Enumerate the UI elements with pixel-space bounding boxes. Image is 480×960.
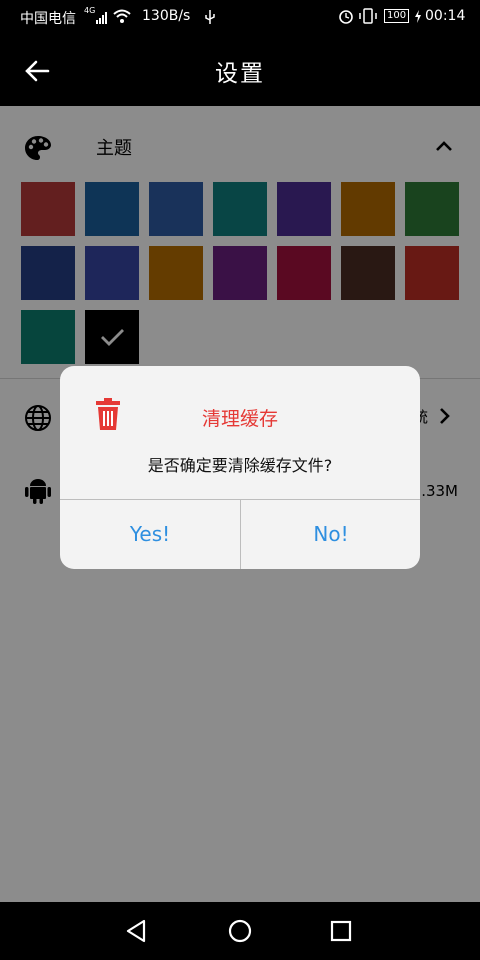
usb-icon [205, 10, 215, 24]
network-type: 4G [84, 6, 96, 15]
no-button[interactable]: No! [241, 500, 420, 569]
network-speed: 130B/s [142, 8, 191, 24]
alarm-icon [339, 10, 353, 24]
dialog-message: 是否确定要清除缓存文件? [147, 456, 333, 475]
status-bar: 中国电信 4G 130B/s 100 00:14 [0, 0, 480, 34]
yes-button[interactable]: Yes! [60, 500, 240, 569]
clock: 00:14 [425, 8, 466, 24]
navigation-bar [0, 902, 480, 960]
home-circle-icon[interactable] [225, 916, 255, 946]
battery-level: 100 [384, 9, 410, 23]
dialog-title: 清理缓存 [201, 408, 278, 430]
app-bar: 设置 [0, 34, 480, 106]
charging-icon [415, 10, 421, 23]
vibrate-icon [359, 8, 377, 24]
back-triangle-icon[interactable] [122, 916, 152, 946]
signal-icon [96, 12, 107, 24]
page-title: 设置 [215, 61, 265, 87]
wifi-icon [113, 9, 131, 23]
recents-square-icon[interactable] [326, 916, 356, 946]
carrier-label: 中国电信 [20, 11, 76, 27]
clear-cache-dialog: 清理缓存 是否确定要清除缓存文件? Yes! No! [60, 366, 420, 569]
